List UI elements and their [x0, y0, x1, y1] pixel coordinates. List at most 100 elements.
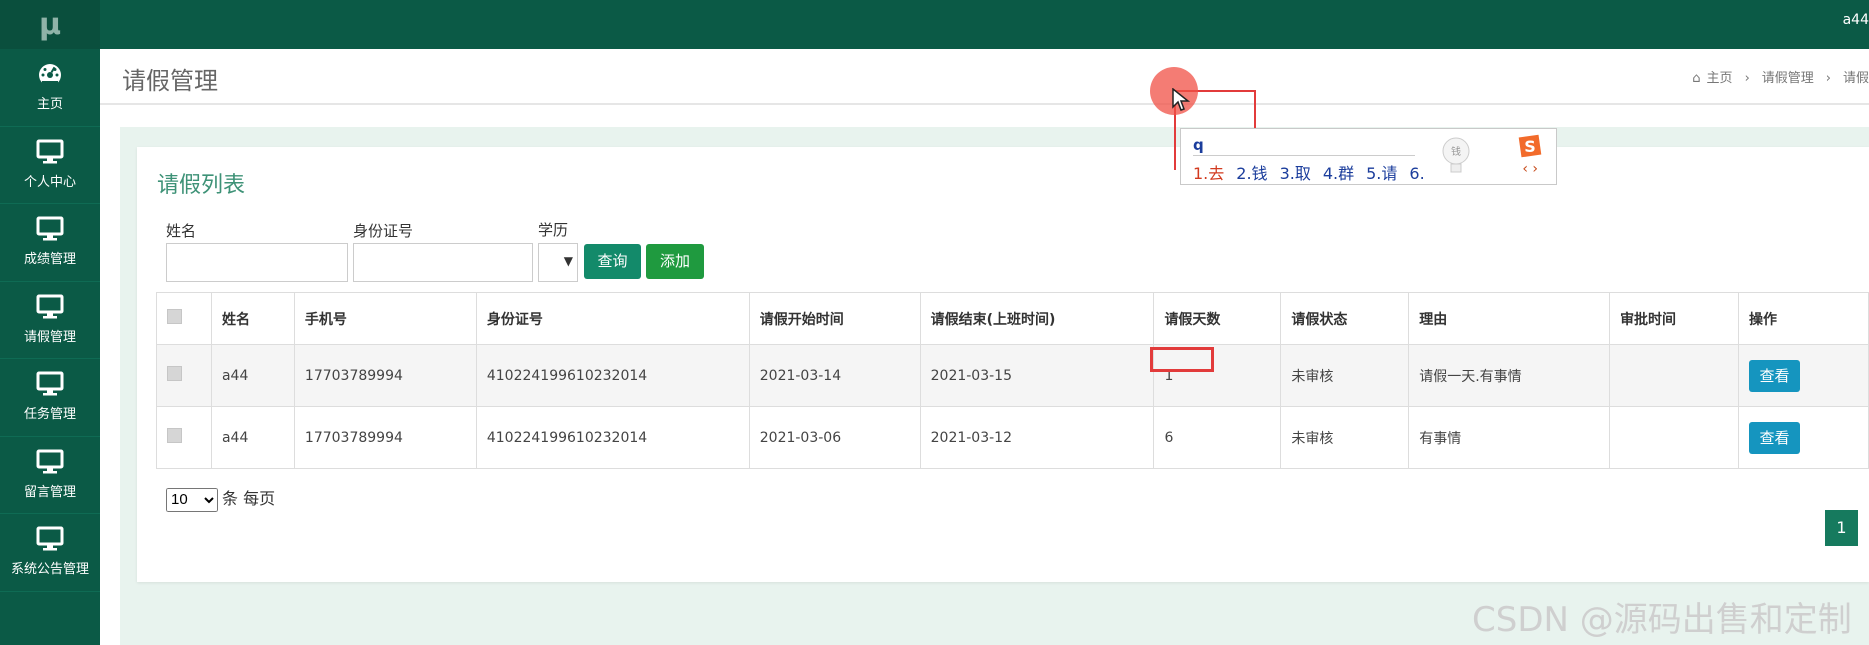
education-filter-label: 学历 [538, 221, 569, 239]
query-button[interactable]: 查询 [584, 244, 641, 279]
cell-name: a44 [210, 344, 295, 407]
column-header: 审批时间 [1609, 292, 1739, 345]
row-select-cell[interactable] [156, 406, 212, 469]
row-checkbox[interactable] [167, 366, 182, 381]
column-header: 理由 [1408, 292, 1611, 345]
cell-reason: 请假一天.有事情 [1408, 344, 1611, 407]
id-filter-input[interactable] [353, 243, 533, 282]
column-header: 身份证号 [475, 292, 750, 345]
breadcrumb-current[interactable]: 请假管理 [1762, 71, 1814, 86]
monitor-icon [36, 449, 64, 473]
cell-end: 2021-03-15 [919, 344, 1155, 407]
breadcrumb-separator: › [1825, 71, 1831, 86]
cell-start: 2021-03-14 [748, 344, 921, 407]
page-size-select[interactable]: 10 [166, 487, 218, 512]
monitor-icon [36, 216, 64, 241]
page-header: 请假管理 ⌂ 主页 › 请假管理 › 请假 [100, 49, 1869, 105]
ime-candidate[interactable]: 5.请 [1366, 164, 1397, 183]
ime-candidates: 1.去 2.钱 3.取 4.群 5.请 6. [1193, 160, 1437, 184]
monitor-icon [36, 371, 64, 396]
ime-candidate-popup: q 1.去 2.钱 3.取 4.群 5.请 6. 钱 ‹ › S [1180, 128, 1557, 185]
page-size-control: 10条 每页 [166, 485, 275, 512]
top-bar: μ a44 [0, 0, 1869, 49]
sidebar-item-announcements[interactable]: 系统公告管理 [0, 514, 100, 592]
monitor-icon [36, 139, 64, 163]
sidebar: 主页 个人中心 成绩管理 请假管理 任务管理 留言管理 系统公告管理 [0, 49, 100, 645]
ime-candidate[interactable]: 6. [1409, 164, 1424, 183]
breadcrumb-home[interactable]: 主页 [1707, 71, 1733, 86]
id-filter-label: 身份证号 [353, 222, 414, 240]
monitor-icon [36, 294, 64, 318]
column-header: 姓名 [210, 292, 295, 345]
table-row: a44 17703789994 410224199610232014 2021-… [156, 344, 1869, 407]
home-icon: ⌂ [1692, 71, 1701, 86]
ime-input-text: q [1193, 136, 1204, 154]
column-header: 请假结束(上班时间) [919, 292, 1155, 345]
sidebar-item-label: 请假管理 [23, 329, 76, 345]
cell-end: 2021-03-12 [919, 406, 1155, 469]
cell-phone: 17703789994 [293, 406, 477, 469]
add-button[interactable]: 添加 [646, 244, 704, 279]
ime-page-arrows[interactable]: ‹ › [1522, 161, 1538, 177]
page-title: 请假管理 [122, 67, 218, 95]
chevron-down-icon: ▼ [563, 254, 573, 268]
column-header: 手机号 [293, 292, 477, 345]
monitor-icon [36, 526, 64, 551]
sidebar-item-label: 主页 [36, 97, 63, 112]
table-row: a44 17703789994 410224199610232014 2021-… [156, 406, 1869, 469]
cell-start: 2021-03-06 [748, 406, 921, 469]
sidebar-item-label: 留言管理 [23, 484, 76, 500]
leave-list-card: 请假列表 姓名 身份证号 学历 ▼ 查询 添加 姓名 手机号 身份证号 请假开始… [137, 147, 1869, 582]
view-button[interactable]: 查看 [1748, 421, 1800, 454]
sidebar-item-tasks[interactable]: 任务管理 [0, 359, 100, 437]
cell-action: 查看 [1737, 406, 1869, 469]
sidebar-item-label: 成绩管理 [23, 252, 76, 267]
page-size-label: 条 每页 [222, 489, 276, 508]
row-checkbox[interactable] [167, 428, 182, 443]
annotation-highlight-box [1150, 347, 1214, 372]
lightbulb-icon: 钱 [1442, 137, 1470, 173]
card-title: 请假列表 [157, 173, 246, 198]
app-logo[interactable]: μ [0, 0, 100, 49]
sidebar-item-label: 系统公告管理 [10, 562, 89, 577]
view-button[interactable]: 查看 [1748, 359, 1800, 392]
ime-candidate[interactable]: 3.取 [1280, 164, 1311, 183]
leave-table: 姓名 手机号 身份证号 请假开始时间 请假结束(上班时间) 请假天数 请假状态 … [156, 292, 1869, 469]
mouse-cursor-icon [1172, 88, 1191, 111]
cell-phone: 17703789994 [293, 344, 477, 407]
row-select-cell[interactable] [156, 344, 212, 407]
ime-divider [1193, 155, 1415, 156]
ime-bulb-text: 钱 [1451, 145, 1461, 158]
education-select[interactable]: ▼ [538, 243, 578, 282]
name-filter-input[interactable] [166, 243, 348, 282]
select-all-checkbox[interactable] [167, 309, 182, 324]
cell-status: 未审核 [1280, 406, 1410, 469]
sidebar-item-home[interactable]: 主页 [0, 49, 100, 127]
page-number-button[interactable]: 1 [1825, 510, 1858, 546]
column-header: 请假开始时间 [748, 292, 921, 345]
select-all-cell[interactable] [156, 292, 212, 345]
breadcrumb: ⌂ 主页 › 请假管理 › 请假 [1686, 67, 1869, 86]
cell-reason: 有事情 [1408, 406, 1611, 469]
sidebar-item-personal-center[interactable]: 个人中心 [0, 127, 100, 204]
ime-candidate[interactable]: 4.群 [1323, 164, 1354, 183]
name-filter-label: 姓名 [166, 222, 197, 240]
column-header: 请假天数 [1153, 292, 1282, 345]
cell-id: 410224199610232014 [475, 344, 750, 407]
sidebar-item-messages[interactable]: 留言管理 [0, 437, 100, 514]
cell-approve-time [1609, 406, 1739, 469]
breadcrumb-tail: 请假 [1842, 71, 1869, 86]
cell-status: 未审核 [1280, 344, 1410, 407]
user-name[interactable]: a44 [1843, 12, 1869, 28]
sidebar-item-leave[interactable]: 请假管理 [0, 282, 100, 359]
sidebar-item-label: 个人中心 [23, 174, 76, 190]
column-header: 请假状态 [1280, 292, 1410, 345]
ime-candidate[interactable]: 1.去 [1193, 164, 1224, 183]
cell-days: 6 [1153, 406, 1282, 469]
cell-name: a44 [210, 406, 295, 469]
svg-text:S: S [1524, 137, 1536, 156]
ime-candidate[interactable]: 2.钱 [1236, 164, 1267, 183]
sidebar-item-label: 任务管理 [23, 407, 76, 422]
column-header: 操作 [1737, 292, 1869, 345]
sidebar-item-grades[interactable]: 成绩管理 [0, 204, 100, 282]
